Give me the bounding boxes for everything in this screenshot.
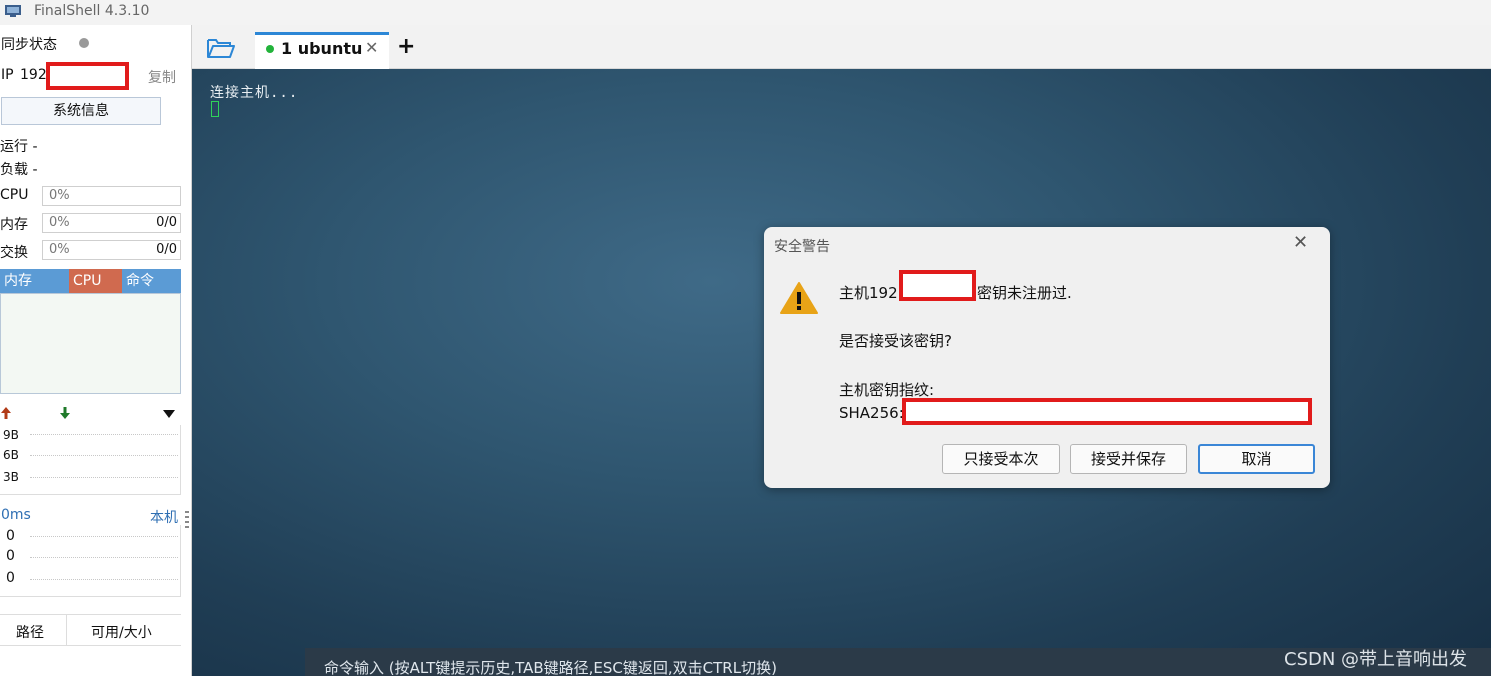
key-unregistered-text: 密钥未注册过.: [977, 284, 1072, 302]
ping-row: 0: [6, 570, 15, 586]
ip-redaction-box: [46, 62, 129, 90]
load-label: 负载 -: [0, 162, 38, 178]
process-list[interactable]: [0, 293, 181, 394]
window-title: FinalShell 4.3.10: [34, 3, 150, 19]
ping-row: 0: [6, 528, 15, 544]
cpu-value: 0%: [49, 188, 70, 203]
grid-line: [30, 536, 178, 537]
sync-status-label: 同步状态: [1, 37, 57, 53]
dialog-close-icon[interactable]: ✕: [1293, 232, 1308, 253]
terminal-output: 连接主机...: [210, 85, 299, 101]
swap-total: 0/0: [156, 242, 177, 257]
grid-line: [30, 579, 178, 580]
process-tab-cpu[interactable]: CPU: [69, 269, 122, 293]
network-tick: 9B: [3, 428, 19, 442]
tab-label[interactable]: 1 ubuntu: [281, 39, 362, 58]
grid-line: [30, 477, 178, 478]
memory-total: 0/0: [156, 215, 177, 230]
ping-value: 0ms: [1, 507, 31, 523]
grid-line: [30, 557, 178, 558]
connection-status-icon: [266, 45, 274, 53]
swap-meter: 0% 0/0: [42, 240, 181, 260]
network-dropdown-icon[interactable]: [162, 409, 176, 419]
cpu-meter: 0%: [42, 186, 181, 206]
fingerprint-prefix: SHA256:: [839, 404, 904, 422]
fingerprint-redaction-box: [902, 398, 1312, 425]
tab-close-icon[interactable]: ✕: [365, 38, 378, 57]
dialog-title: 安全警告: [774, 239, 830, 255]
memory-meter: 0% 0/0: [42, 213, 181, 233]
process-tab-command[interactable]: 命令: [122, 269, 181, 293]
host-prefix: 主机192: [839, 284, 898, 302]
memory-label: 内存: [0, 217, 28, 233]
command-input-hint: 命令输入 (按ALT键提示历史,TAB键路径,ESC键返回,双击CTRL切换): [324, 659, 777, 677]
process-tabs: 内存 CPU 命令: [0, 269, 181, 293]
folder-open-icon[interactable]: [206, 36, 236, 60]
accept-save-button[interactable]: 接受并保存: [1070, 444, 1187, 474]
running-label: 运行 -: [0, 139, 38, 155]
network-tick: 3B: [3, 470, 19, 484]
accept-question: 是否接受该密钥?: [839, 332, 952, 350]
fingerprint-label: 主机密钥指纹:: [839, 381, 935, 399]
watermark: CSDN @带上音响出发: [1284, 649, 1468, 670]
grid-line: [30, 434, 178, 435]
process-tab-memory[interactable]: 内存: [0, 269, 69, 293]
grid-line: [30, 455, 178, 456]
host-redaction-box: [899, 270, 976, 301]
warning-icon: [780, 282, 818, 314]
ip-value: 192: [20, 67, 47, 83]
title-bar: [0, 0, 1491, 25]
swap-label: 交换: [0, 245, 28, 261]
ip-label: IP: [1, 67, 14, 83]
cpu-label: CPU: [0, 187, 29, 203]
upload-arrow-icon: [1, 407, 11, 419]
column-divider: [66, 614, 67, 646]
add-tab-icon[interactable]: +: [397, 34, 415, 59]
swap-value: 0%: [49, 242, 70, 257]
system-info-button[interactable]: 系统信息: [1, 97, 161, 125]
accept-once-button[interactable]: 只接受本次: [942, 444, 1060, 474]
ping-target[interactable]: 本机: [150, 507, 178, 527]
download-arrow-icon: [60, 407, 70, 419]
disk-column-size[interactable]: 可用/大小: [91, 622, 152, 642]
app-icon: [5, 5, 21, 17]
splitter-handle[interactable]: [185, 511, 189, 529]
cancel-button[interactable]: 取消: [1198, 444, 1315, 474]
ping-row: 0: [6, 548, 15, 564]
sync-status-icon: [79, 38, 89, 48]
copy-ip-button[interactable]: 复制: [148, 67, 176, 87]
network-graph: [0, 425, 181, 495]
memory-value: 0%: [49, 215, 70, 230]
network-tick: 6B: [3, 448, 19, 462]
disk-column-path[interactable]: 路径: [16, 622, 44, 642]
terminal-cursor: [211, 101, 219, 117]
